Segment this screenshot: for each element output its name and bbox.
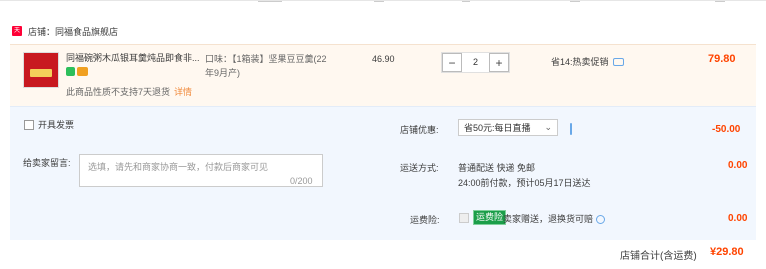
unit-price: 46.90 — [372, 54, 395, 64]
shipping-label: 运送方式: — [400, 163, 439, 173]
shop-total-label: 店铺合计(含运费) — [620, 251, 697, 262]
chat-bubble-icon[interactable] — [612, 57, 624, 66]
tmall-icon: 天猫 — [12, 26, 22, 44]
product-thumbnail[interactable] — [23, 52, 59, 88]
guarantee-badge-icon[interactable] — [66, 67, 75, 76]
service-badges — [66, 67, 88, 76]
quantity-increase-button[interactable]: + — [489, 53, 509, 72]
chat-bubble-icon[interactable] — [570, 123, 572, 135]
shipping-eta: 24:00前付款，预计05月17日送达 — [458, 178, 591, 188]
invoice-label: 开具发票 — [38, 120, 75, 130]
invoice-option[interactable]: 开具发票 — [24, 118, 74, 131]
sku-info: 口味：【1箱装】坚果豆豆羹(22 年9月产) — [205, 54, 327, 78]
quantity-input[interactable]: 2 — [462, 53, 489, 72]
insurance-checkbox[interactable] — [459, 213, 469, 223]
invoice-checkbox[interactable] — [24, 119, 34, 130]
item-subtotal: 79.80 — [708, 53, 736, 65]
message-char-count: 0/200 — [290, 176, 313, 186]
message-placeholder: 选填，请先和商家协商一致，付款后商家可见 — [88, 162, 269, 172]
insurance-info: 卖家赠送，退换货可赔 — [503, 212, 606, 225]
promo-info: 省14:热卖促销 — [551, 55, 624, 68]
insurance-label: 运费险: — [410, 215, 440, 225]
shop-total-value: ¥29.80 — [710, 246, 744, 258]
shop-header: 天猫 店铺：同福食品旗舰店 — [0, 22, 766, 44]
message-label: 给卖家留言: — [23, 158, 71, 168]
discount-label: 店铺优惠: — [400, 125, 439, 135]
return-policy-details-link[interactable]: 详情 — [174, 87, 192, 97]
discount-selected-value: 省50元:每日直播 — [464, 123, 531, 133]
shipping-method: 普通配送 快递 免邮 — [458, 163, 536, 173]
help-icon[interactable] — [596, 215, 606, 225]
shipping-amount: 0.00 — [728, 160, 748, 171]
discount-select[interactable]: 省50元:每日直播 ⌄ — [458, 119, 558, 136]
product-title-link[interactable]: 同福碗粥木瓜银耳羹炖品即食非... — [66, 52, 202, 64]
discount-amount: -50.00 — [712, 124, 741, 135]
quantity-decrease-button[interactable]: − — [442, 53, 462, 72]
shop-name-link[interactable]: 店铺：同福食品旗舰店 — [28, 25, 118, 38]
credit-card-badge-icon[interactable] — [77, 67, 88, 76]
return-policy-notice: 此商品性质不支持7天退货 详情 — [66, 87, 193, 97]
chevron-down-icon: ⌄ — [544, 122, 552, 132]
insurance-tag: 运费险 — [472, 210, 507, 225]
promo-text: 省14:热卖促销 — [551, 57, 609, 67]
insurance-amount: 0.00 — [728, 213, 748, 224]
quantity-stepper: − 2 + — [441, 52, 510, 73]
column-header-strip — [0, 0, 766, 5]
